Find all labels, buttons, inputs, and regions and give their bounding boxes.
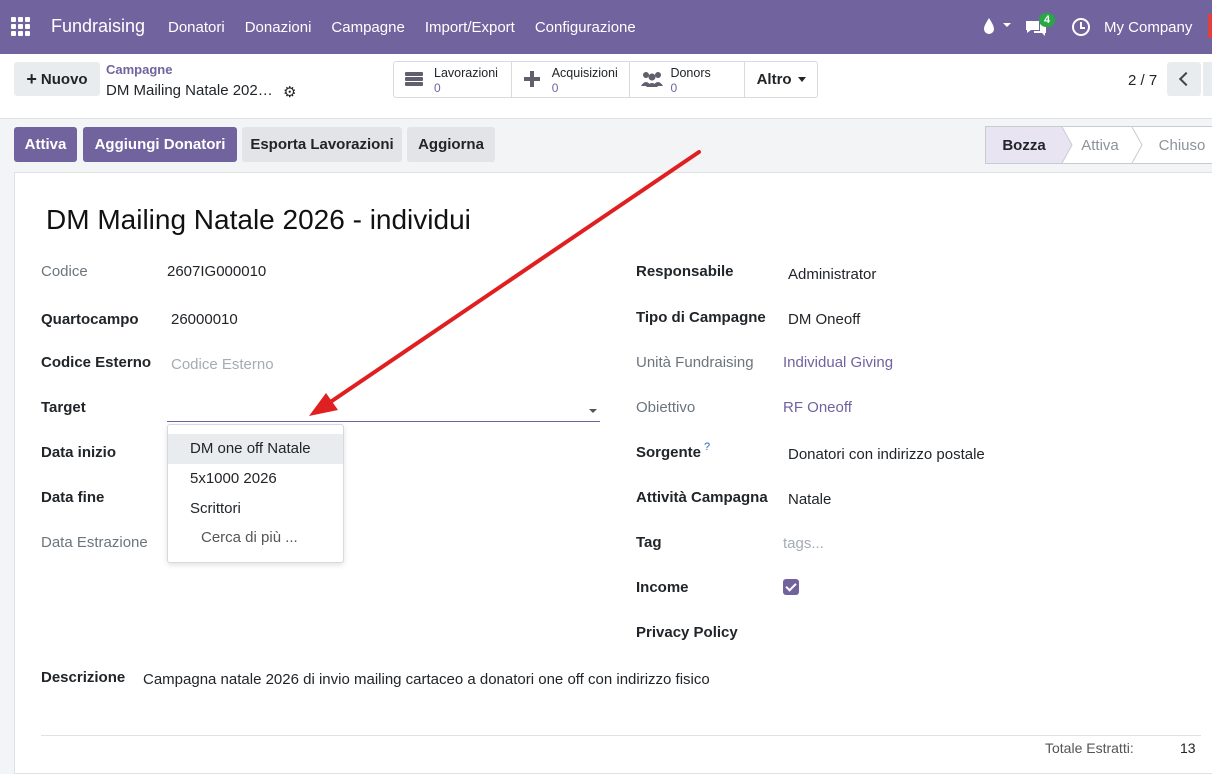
add-donors-button[interactable]: Aggiungi Donatori	[83, 127, 237, 162]
control-panel: + Nuovo Campagne DM Mailing Natale 202… …	[0, 54, 1212, 119]
refresh-button[interactable]: Aggiorna	[407, 127, 495, 162]
app-name[interactable]: Fundraising	[51, 16, 145, 37]
sorgente-label: Sorgente	[636, 444, 702, 461]
smart-button-acquisizioni[interactable]: Acquisizioni 0	[512, 62, 631, 97]
data-estrazione-label: Data Estrazione	[41, 534, 148, 551]
export-button[interactable]: Esporta Lavorazioni	[242, 127, 402, 162]
breadcrumb-parent[interactable]: Campagne	[106, 62, 172, 77]
menu-donatori[interactable]: Donatori	[158, 19, 235, 36]
descrizione-field[interactable]: Campagna natale 2026 di invio mailing ca…	[143, 671, 710, 688]
list-icon	[405, 72, 423, 86]
next-record-button[interactable]	[1203, 62, 1212, 96]
tipo-campagne-field[interactable]: DM Oneoff	[788, 311, 860, 328]
codice-esterno-label: Codice Esterno	[41, 354, 152, 371]
tag-field[interactable]: tags...	[783, 535, 824, 552]
totale-estratti-value: 13	[1180, 740, 1196, 756]
smart-label: Donors	[670, 66, 711, 80]
stage-bozza[interactable]: Bozza	[986, 127, 1062, 163]
divider	[41, 735, 1201, 736]
more-label: Altro	[756, 71, 792, 88]
stage-chiuso[interactable]: Chiuso	[1138, 127, 1212, 163]
attivita-campagna-field[interactable]: Natale	[788, 491, 831, 508]
chevron-down-icon[interactable]	[1003, 23, 1011, 27]
quartocampo-label: Quartocampo	[41, 311, 139, 328]
company-switcher[interactable]: My Company	[1104, 19, 1192, 36]
menu-campagne[interactable]: Campagne	[321, 19, 414, 36]
target-label: Target	[41, 399, 86, 416]
smart-count: 0	[551, 81, 559, 95]
obiettivo-label: Obiettivo	[636, 399, 696, 416]
search-more-option[interactable]: Cerca di più ...	[168, 523, 343, 553]
privacy-policy-label: Privacy Policy	[636, 624, 738, 641]
help-tooltip-icon[interactable]: ?	[704, 441, 710, 453]
dropdown-option[interactable]: Scrittori	[168, 494, 343, 524]
chevron-down-icon	[797, 77, 806, 82]
menu-configurazione[interactable]: Configurazione	[525, 19, 646, 36]
codice-label: Codice	[41, 263, 88, 280]
smart-buttons: Lavorazioni 0 Acquisizioni 0 Donors 0 Al…	[393, 61, 818, 98]
attivita-campagna-label: Attività Campagna	[636, 489, 768, 506]
sorgente-field[interactable]: Donatori con indirizzo postale	[788, 446, 985, 463]
chevron-down-icon[interactable]	[589, 409, 597, 413]
target-field[interactable]	[167, 421, 600, 422]
codice-value: 2607IG000010	[167, 263, 267, 280]
drop-icon[interactable]	[982, 17, 996, 35]
main-menu: Donatori Donazioni Campagne Import/Expor…	[158, 19, 646, 36]
smart-button-donors[interactable]: Donors 0	[630, 62, 746, 97]
dropdown-option-label: Scrittori	[190, 500, 241, 517]
apps-menu-icon[interactable]	[11, 17, 31, 37]
unita-fundraising-link[interactable]: Individual Giving	[783, 354, 893, 371]
new-button-label: Nuovo	[40, 70, 88, 88]
search-more-label: Cerca di più ...	[201, 529, 298, 546]
record-title[interactable]: DM Mailing Natale 2026 - individui	[46, 204, 471, 236]
dropdown-option-label: DM one off Natale	[190, 440, 311, 457]
new-button[interactable]: + Nuovo	[14, 62, 100, 96]
data-fine-label: Data fine	[41, 489, 105, 506]
income-checkbox[interactable]	[783, 579, 799, 595]
users-icon	[641, 72, 664, 87]
smart-label: Acquisizioni	[551, 66, 618, 80]
plus-icon	[523, 71, 540, 87]
totale-estratti-label: Totale Estratti:	[1045, 740, 1134, 756]
stage-separator	[1131, 127, 1143, 163]
tag-label: Tag	[636, 534, 662, 551]
quartocampo-field[interactable]: 26000010	[171, 311, 238, 328]
menu-donazioni[interactable]: Donazioni	[235, 19, 322, 36]
smart-count: 0	[434, 81, 441, 95]
data-inizio-label: Data inizio	[41, 444, 117, 461]
dropdown-option[interactable]: DM one off Natale	[168, 434, 343, 464]
tipo-campagne-label: Tipo di Campagne	[636, 309, 766, 326]
previous-record-button[interactable]	[1167, 62, 1201, 96]
target-dropdown: DM one off Natale 5x1000 2026 Scrittori …	[167, 424, 344, 563]
chat-count-badge: 4	[1039, 13, 1056, 27]
gear-icon[interactable]: ⚙	[283, 83, 296, 101]
codice-esterno-field[interactable]: Codice Esterno	[171, 356, 274, 373]
breadcrumb-current: DM Mailing Natale 202…	[106, 82, 273, 99]
menu-import-export[interactable]: Import/Export	[415, 19, 525, 36]
more-dropdown[interactable]: Altro	[745, 62, 817, 97]
unita-fundraising-label: Unità Fundraising	[636, 354, 754, 371]
clock-icon[interactable]	[1072, 18, 1090, 36]
activate-button[interactable]: Attiva	[14, 127, 77, 162]
dropdown-option-label: 5x1000 2026	[190, 470, 277, 487]
smart-label: Lavorazioni	[434, 66, 498, 80]
smart-count: 0	[670, 81, 678, 95]
descrizione-label: Descrizione	[41, 669, 126, 686]
stage-separator	[1052, 127, 1073, 163]
pager-value[interactable]: 2 / 7	[1128, 72, 1157, 89]
responsabile-label: Responsabile	[636, 263, 734, 280]
income-label: Income	[636, 579, 689, 596]
user-avatar[interactable]	[1208, 14, 1212, 38]
plus-icon: +	[26, 68, 37, 89]
responsabile-field[interactable]: Administrator	[788, 266, 876, 283]
top-navbar: Fundraising Donatori Donazioni Campagne …	[0, 0, 1212, 54]
status-bar: Bozza Attiva Chiuso	[985, 126, 1212, 164]
obiettivo-link[interactable]: RF Oneoff	[783, 399, 852, 416]
smart-button-lavorazioni[interactable]: Lavorazioni 0	[394, 62, 512, 97]
dropdown-option[interactable]: 5x1000 2026	[168, 464, 343, 494]
